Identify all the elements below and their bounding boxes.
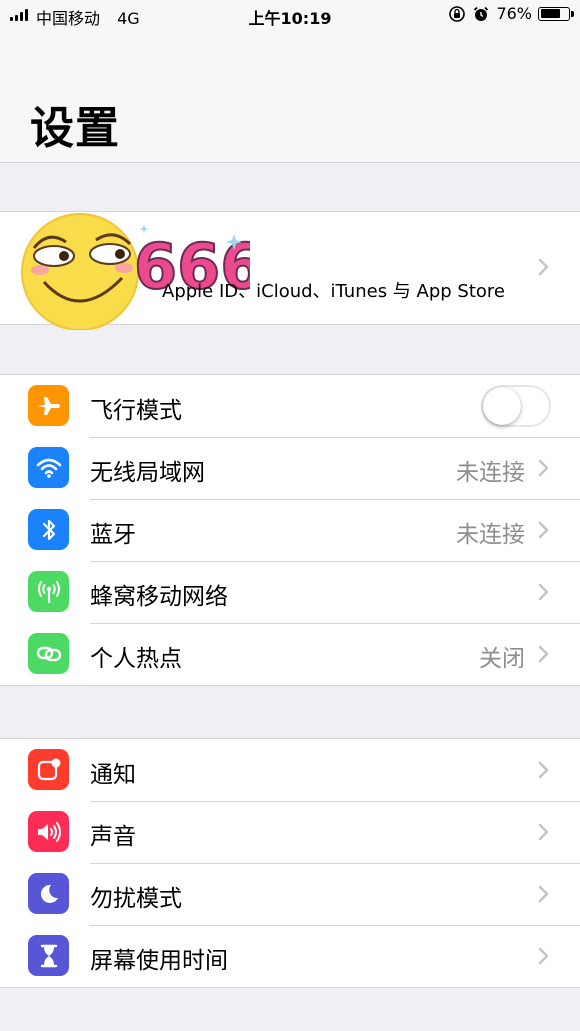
battery-tip <box>571 10 574 17</box>
apple-id-subtitle: Apple ID、iCloud、iTunes 与 App Store <box>162 281 505 302</box>
status-right: 76% <box>448 4 574 23</box>
notifications-group: 通知 声音 勿扰模式 屏幕使用时间 <box>0 738 580 988</box>
apple-id-profile-row[interactable]: 666 Apple ID、iCloud、iTunes 与 App Store <box>0 211 580 330</box>
wifi-status: 未连接 <box>456 460 525 486</box>
do-not-disturb-row[interactable]: 勿扰模式 <box>0 863 580 925</box>
antenna-icon <box>28 571 69 612</box>
chevron-right-icon <box>538 761 549 779</box>
chevron-right-icon <box>538 521 549 539</box>
hourglass-icon <box>28 935 69 976</box>
chevron-right-icon <box>538 947 549 965</box>
airplane-mode-row: 飞行模式 <box>0 375 580 437</box>
notifications-row[interactable]: 通知 <box>0 739 580 801</box>
rotation-lock-icon <box>449 5 466 22</box>
chevron-right-icon <box>538 645 549 663</box>
page-title: 设置 <box>30 103 120 154</box>
bluetooth-label: 蓝牙 <box>90 522 136 548</box>
connectivity-group: 飞行模式 无线局域网 未连接 蓝牙 未连接 蜂窝移动网络 个人热点 关闭 <box>0 374 580 686</box>
speaker-icon <box>28 811 69 852</box>
cellular-row[interactable]: 蜂窝移动网络 <box>0 561 580 623</box>
hotspot-row[interactable]: 个人热点 关闭 <box>0 623 580 685</box>
wifi-icon <box>28 447 69 488</box>
alarm-icon <box>474 6 489 21</box>
battery-fill <box>540 9 561 18</box>
hotspot-status: 关闭 <box>479 646 525 672</box>
toggle-knob <box>483 387 521 425</box>
wifi-row[interactable]: 无线局域网 未连接 <box>0 437 580 499</box>
wifi-label: 无线局域网 <box>90 460 205 486</box>
hotspot-link-icon <box>28 633 69 674</box>
moon-icon <box>28 873 69 914</box>
screen-time-row[interactable]: 屏幕使用时间 <box>0 925 580 987</box>
do-not-disturb-label: 勿扰模式 <box>90 886 182 912</box>
cellular-label: 蜂窝移动网络 <box>90 584 228 610</box>
screen-time-label: 屏幕使用时间 <box>90 948 228 974</box>
bluetooth-status: 未连接 <box>456 522 525 548</box>
chevron-right-icon <box>538 885 549 903</box>
notifications-label: 通知 <box>90 762 136 788</box>
navigation-header: 设置 <box>0 30 580 163</box>
chevron-right-icon <box>538 583 549 601</box>
notification-icon <box>28 749 69 790</box>
battery-percent: 76% <box>496 4 532 23</box>
sounds-label: 声音 <box>90 824 136 850</box>
chevron-right-icon <box>538 258 549 276</box>
status-bar: 中国移动 4G 上午10:19 76% <box>0 0 580 30</box>
airplane-mode-label: 飞行模式 <box>90 398 182 424</box>
battery-icon <box>538 6 574 21</box>
hotspot-label: 个人热点 <box>90 646 182 672</box>
chevron-right-icon <box>538 823 549 841</box>
airplane-mode-toggle[interactable] <box>481 385 551 427</box>
chevron-right-icon <box>538 459 549 477</box>
airplane-icon <box>28 385 69 426</box>
bluetooth-row[interactable]: 蓝牙 未连接 <box>0 499 580 561</box>
avatar <box>21 213 139 330</box>
bluetooth-icon <box>28 509 69 550</box>
sounds-row[interactable]: 声音 <box>0 801 580 863</box>
